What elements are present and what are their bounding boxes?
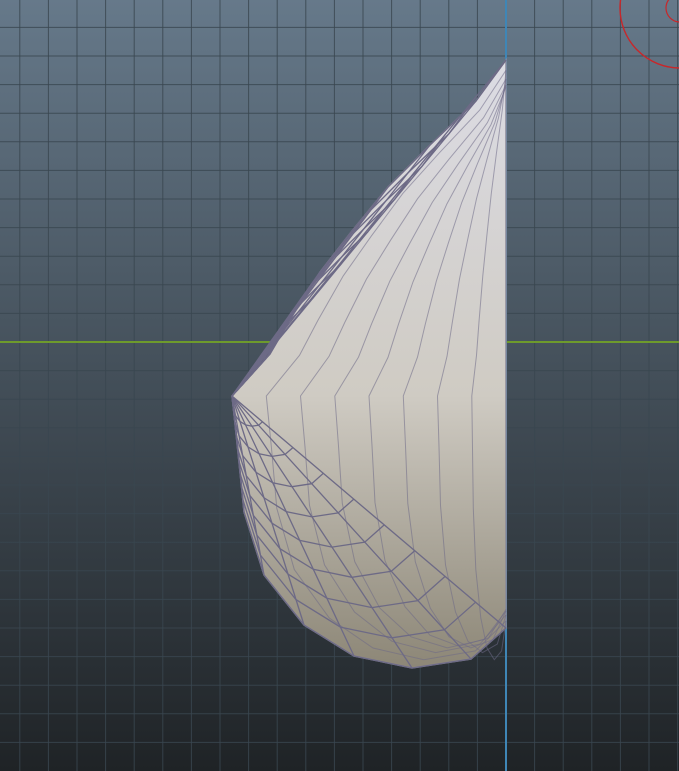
viewport-scene[interactable] [0,0,679,771]
3d-viewport[interactable] [0,0,679,771]
